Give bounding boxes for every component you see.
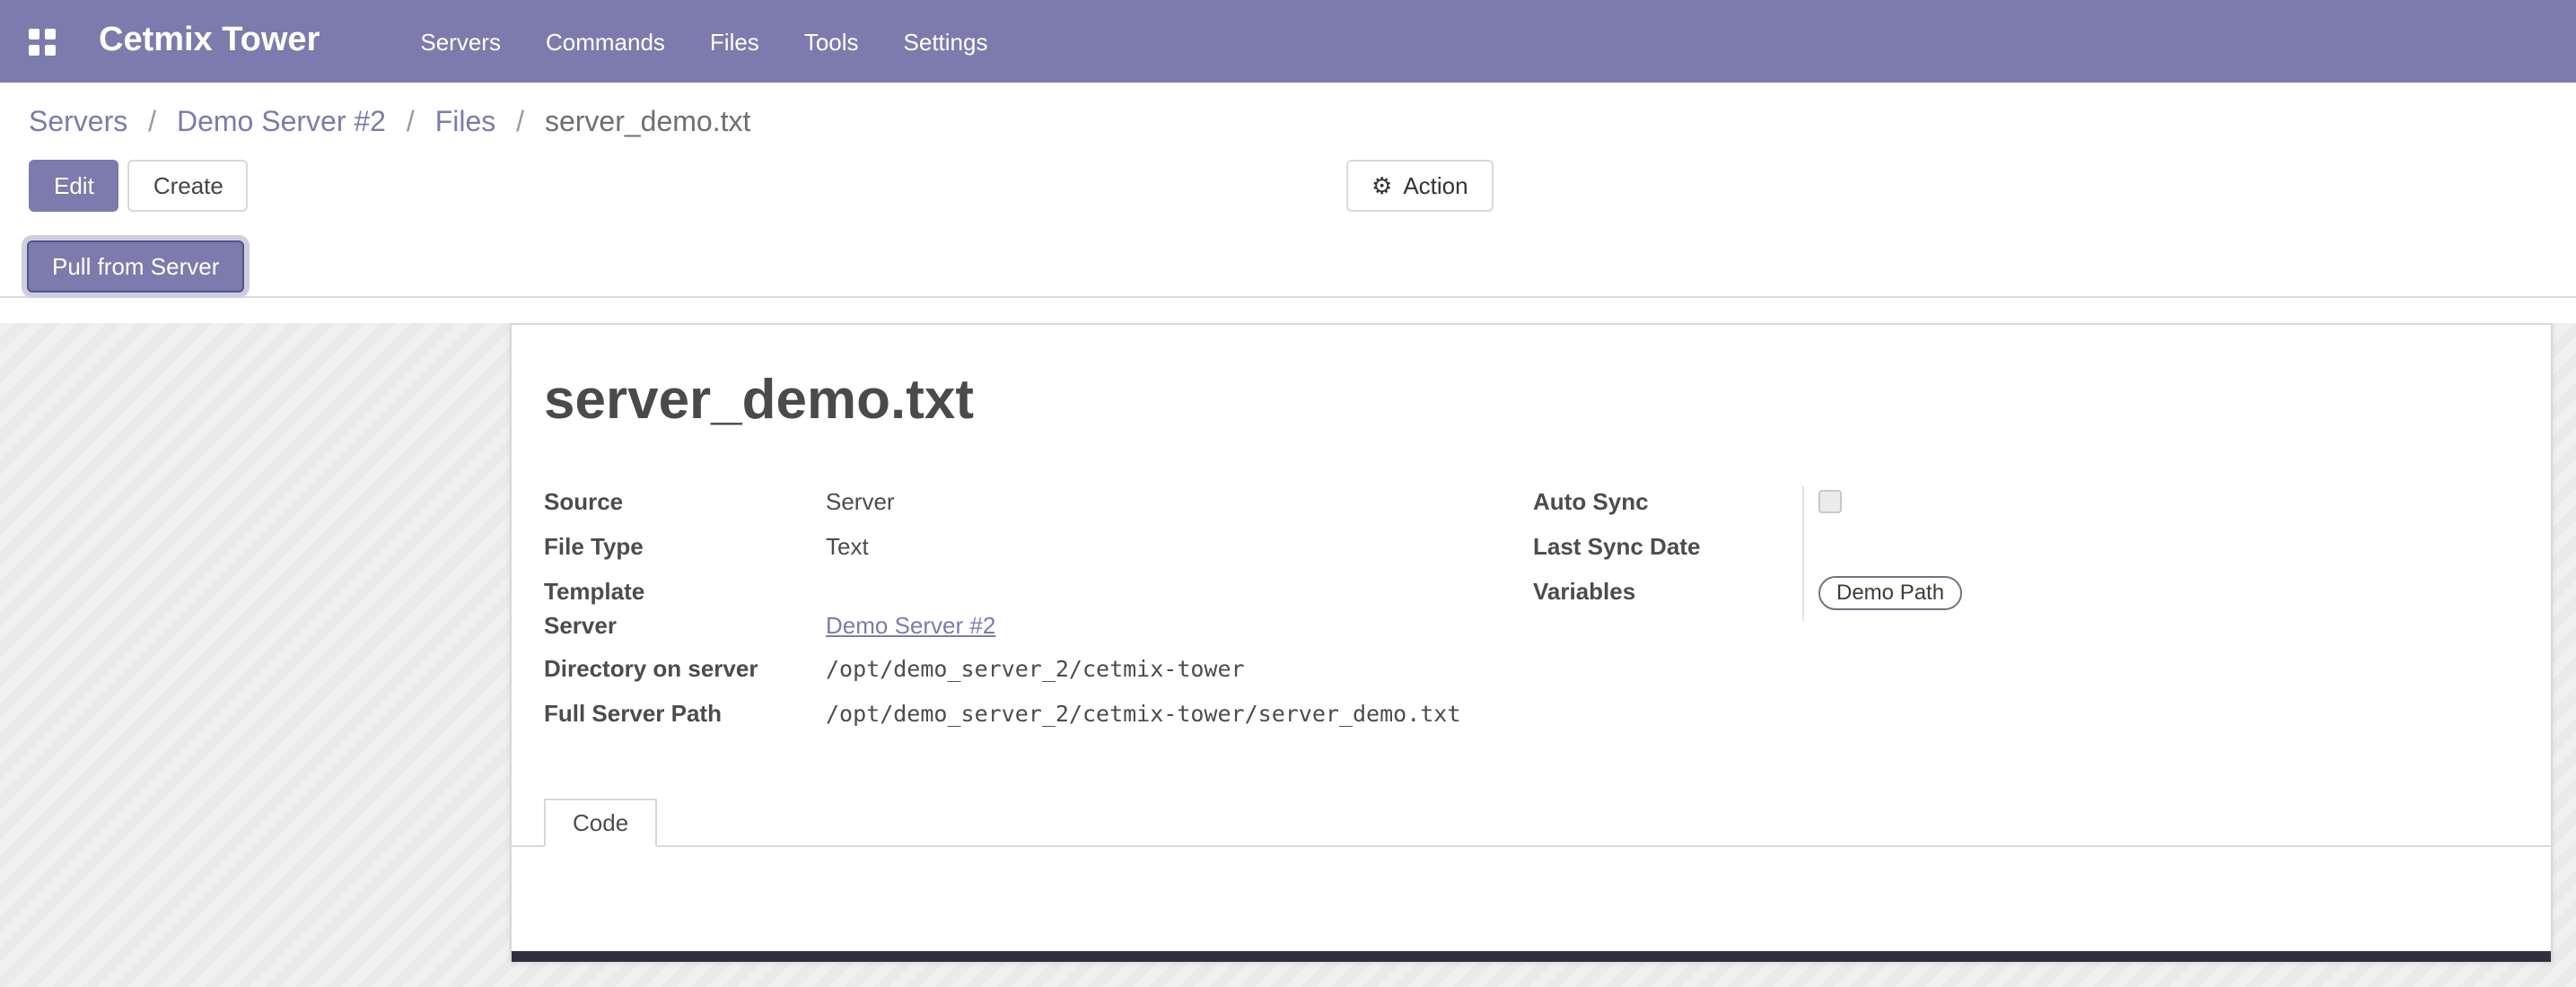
field-row-directory: Directory on server /opt/demo_server_2/c… bbox=[544, 653, 1513, 698]
breadcrumb-current: server_demo.txt bbox=[545, 108, 750, 138]
field-value-source: Server bbox=[826, 486, 895, 519]
form-sheet: server_demo.txt Source Server File Type … bbox=[510, 323, 2553, 962]
apps-menu-icon-square bbox=[45, 44, 56, 55]
tab-content-code bbox=[544, 847, 2515, 951]
statusbar: Pull from Server bbox=[0, 235, 2576, 298]
field-group-right: Auto Sync Last Sync Date Variables Demo … bbox=[1533, 486, 2515, 743]
record-title: server_demo.txt bbox=[544, 368, 2515, 432]
field-row-auto-sync: Auto Sync bbox=[1533, 486, 2515, 531]
breadcrumb-separator: / bbox=[407, 108, 415, 138]
field-label-source: Source bbox=[544, 486, 826, 519]
nav-item-tools[interactable]: Tools bbox=[804, 28, 859, 55]
field-row-source: Source Server bbox=[544, 486, 1513, 531]
field-label-auto-sync: Auto Sync bbox=[1533, 486, 1802, 519]
apps-menu-icon-square bbox=[29, 44, 39, 55]
field-label-last-sync-date: Last Sync Date bbox=[1533, 531, 1802, 563]
field-value-auto-sync bbox=[1802, 486, 2018, 531]
nav-item-settings[interactable]: Settings bbox=[904, 28, 988, 55]
nav-menu: Servers Commands Files Tools Settings bbox=[420, 28, 987, 55]
field-value-server-link[interactable]: Demo Server #2 bbox=[826, 610, 995, 642]
field-value-variables: Demo Path bbox=[1802, 576, 2018, 621]
buttons-row: Edit Create ⚙ Action bbox=[0, 160, 2576, 235]
action-button[interactable]: ⚙ Action bbox=[1346, 160, 1494, 212]
page: Cetmix Tower Servers Commands Files Tool… bbox=[0, 0, 2576, 962]
breadcrumb-separator: / bbox=[516, 108, 524, 138]
variable-tag-demo-path: Demo Path bbox=[1818, 576, 1962, 610]
notebook-tabs: Code bbox=[512, 799, 2551, 847]
field-label-server: Server bbox=[544, 610, 826, 642]
field-value-directory: /opt/demo_server_2/cetmix-tower bbox=[826, 653, 1245, 686]
create-button[interactable]: Create bbox=[128, 160, 249, 212]
field-row-template: Template bbox=[544, 576, 1513, 610]
nav-item-files[interactable]: Files bbox=[710, 28, 759, 55]
breadcrumb-link-files[interactable]: Files bbox=[435, 108, 496, 138]
nav-item-commands[interactable]: Commands bbox=[546, 28, 665, 55]
field-label-file-type: File Type bbox=[544, 531, 826, 563]
breadcrumb-link-demo-server[interactable]: Demo Server #2 bbox=[177, 108, 386, 138]
app-brand[interactable]: Cetmix Tower bbox=[99, 22, 320, 61]
auto-sync-checkbox bbox=[1818, 490, 1842, 513]
apps-menu-icon-square bbox=[45, 28, 56, 39]
gear-icon: ⚙ bbox=[1371, 170, 1392, 201]
pull-from-server-button[interactable]: Pull from Server bbox=[27, 240, 244, 293]
top-nav: Cetmix Tower Servers Commands Files Tool… bbox=[0, 0, 2576, 83]
field-group-left: Source Server File Type Text Template Se… bbox=[544, 486, 1513, 743]
field-label-directory: Directory on server bbox=[544, 653, 826, 686]
field-groups: Source Server File Type Text Template Se… bbox=[544, 486, 2515, 743]
edit-button[interactable]: Edit bbox=[29, 160, 119, 212]
field-row-variables: Variables Demo Path bbox=[1533, 576, 2515, 621]
field-row-server: Server Demo Server #2 bbox=[544, 610, 1513, 653]
content-area: server_demo.txt Source Server File Type … bbox=[0, 323, 2576, 987]
breadcrumb-separator: / bbox=[148, 108, 156, 138]
apps-menu-icon-square bbox=[29, 28, 39, 39]
breadcrumb: Servers / Demo Server #2 / Files / serve… bbox=[0, 83, 2576, 160]
field-label-full-server-path: Full Server Path bbox=[544, 698, 826, 730]
field-label-template: Template bbox=[544, 576, 826, 608]
field-value-full-server-path: /opt/demo_server_2/cetmix-tower/server_d… bbox=[826, 698, 1460, 730]
action-button-label: Action bbox=[1403, 170, 1468, 201]
nav-item-servers[interactable]: Servers bbox=[420, 28, 501, 55]
field-value-last-sync-date bbox=[1802, 531, 2018, 576]
field-row-full-server-path: Full Server Path /opt/demo_server_2/cetm… bbox=[544, 698, 1513, 743]
field-row-file-type: File Type Text bbox=[544, 531, 1513, 576]
field-row-last-sync-date: Last Sync Date bbox=[1533, 531, 2515, 576]
field-label-variables: Variables bbox=[1533, 576, 1802, 608]
code-editor-top-edge bbox=[512, 951, 2551, 962]
field-value-file-type: Text bbox=[826, 531, 869, 563]
tab-code[interactable]: Code bbox=[544, 799, 657, 847]
breadcrumb-link-servers[interactable]: Servers bbox=[29, 108, 127, 138]
control-panel: Servers / Demo Server #2 / Files / serve… bbox=[0, 83, 2576, 235]
apps-menu-icon[interactable] bbox=[29, 28, 56, 55]
